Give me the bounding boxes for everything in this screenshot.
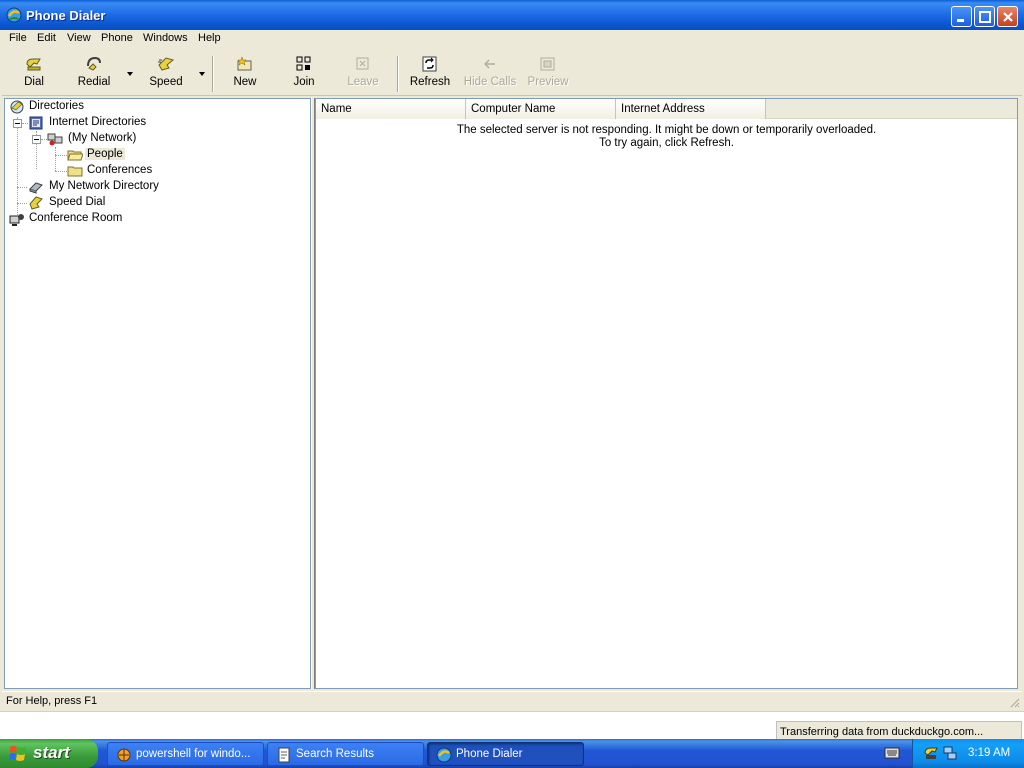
redial-dropdown-icon[interactable] <box>126 71 134 77</box>
speed-dial-icon <box>29 196 43 210</box>
tree-item-people[interactable]: People <box>67 147 217 163</box>
minimize-button[interactable] <box>951 6 972 27</box>
system-tray: 3:19 AM <box>912 739 1024 768</box>
new-conference-icon <box>237 56 252 71</box>
leave-button[interactable]: Leave <box>335 54 391 92</box>
join-button[interactable]: Join <box>276 54 332 92</box>
resize-grip-icon[interactable] <box>1008 696 1020 708</box>
hide-calls-button[interactable]: Hide Calls <box>460 54 520 92</box>
status-text: For Help, press F1 <box>6 695 98 707</box>
directory-tree[interactable]: Directories Internet Directories (My Net… <box>4 98 311 689</box>
menu-view[interactable]: View <box>67 32 91 44</box>
menu-edit[interactable]: Edit <box>37 32 56 44</box>
phone-dialer-icon <box>6 7 22 23</box>
refresh-hint-message: To try again, click Refresh. <box>599 137 734 149</box>
tree-line <box>17 117 18 217</box>
dial-button[interactable]: Dial <box>6 54 62 92</box>
speed-dial-icon <box>158 57 175 71</box>
column-header-name[interactable]: Name <box>316 99 466 119</box>
status-bar: For Help, press F1 <box>2 691 1022 710</box>
background-status-text: Transferring data from duckduckgo.com... <box>776 721 1022 739</box>
tree-item-conference-room[interactable]: Conference Room <box>9 211 159 227</box>
network-tray-icon[interactable] <box>942 745 958 761</box>
dial-icon <box>26 58 41 71</box>
taskbar-item-phone-dialer[interactable]: Phone Dialer <box>427 742 584 766</box>
tree-item-conferences[interactable]: Conferences <box>67 163 217 179</box>
menu-phone[interactable]: Phone <box>101 32 133 44</box>
toolbar: Dial Redial Speed New Join Leave Refresh… <box>2 50 1022 96</box>
phone-dialer-icon <box>436 747 452 763</box>
menu-windows[interactable]: Windows <box>143 32 188 44</box>
leave-icon <box>356 57 369 70</box>
tree-item-speed-dial[interactable]: Speed Dial <box>28 195 178 211</box>
redial-icon <box>87 56 101 71</box>
new-conference-button[interactable]: New <box>217 54 273 92</box>
minimize-icon <box>957 19 964 22</box>
column-header-computer-name[interactable]: Computer Name <box>466 99 616 119</box>
tree-line <box>17 203 27 204</box>
column-header-internet-address[interactable]: Internet Address <box>616 99 766 119</box>
refresh-icon <box>422 56 437 72</box>
title-bar[interactable]: Phone Dialer <box>0 0 1024 30</box>
maximize-icon <box>979 11 991 23</box>
speed-dial-button[interactable]: Speed <box>138 54 194 92</box>
taskbar: start powershell for windo... Search Res… <box>0 739 1024 768</box>
server-error-message: The selected server is not responding. I… <box>456 124 877 136</box>
taskbar-item-browser[interactable]: powershell for windo... <box>107 742 264 766</box>
collapse-my-network[interactable] <box>32 135 41 144</box>
window-title: Phone Dialer <box>26 8 106 23</box>
list-header: Name Computer Name Internet Address <box>316 99 1017 119</box>
menu-help[interactable]: Help <box>198 32 221 44</box>
redial-button[interactable]: Redial <box>66 54 122 92</box>
toolbar-separator <box>212 56 214 92</box>
hide-calls-icon <box>484 59 495 69</box>
refresh-button[interactable]: Refresh <box>402 54 458 92</box>
tree-line <box>55 147 56 171</box>
internet-directories-icon <box>29 116 43 130</box>
maximize-button[interactable] <box>974 6 995 27</box>
results-list[interactable]: Name Computer Name Internet Address The … <box>315 98 1018 689</box>
collapse-internet-directories[interactable] <box>13 119 22 128</box>
document-icon <box>278 747 290 763</box>
tree-line <box>55 171 67 172</box>
browser-icon <box>117 748 131 762</box>
taskbar-item-search-results[interactable]: Search Results <box>267 742 424 766</box>
preview-button[interactable]: Preview <box>520 54 576 92</box>
tree-line <box>17 187 27 188</box>
tree-item-internet-directories[interactable]: Internet Directories <box>28 115 178 131</box>
tree-item-my-network[interactable]: (My Network) <box>47 131 197 147</box>
keyboard-icon[interactable] <box>884 746 900 760</box>
speed-dial-dropdown-icon[interactable] <box>198 71 206 77</box>
background-window-area: Transferring data from duckduckgo.com... <box>0 711 1024 739</box>
preview-icon <box>540 57 555 71</box>
conference-room-icon <box>9 214 24 226</box>
start-button[interactable]: start <box>0 739 98 768</box>
close-button[interactable] <box>997 6 1018 27</box>
folder-icon <box>67 166 83 177</box>
tree-item-my-network-directory[interactable]: My Network Directory <box>28 179 188 195</box>
menu-bar: File Edit View Phone Windows Help <box>2 30 1022 48</box>
menu-file[interactable]: File <box>9 32 27 44</box>
toolbar-separator <box>397 56 399 92</box>
network-directory-icon <box>29 182 43 194</box>
windows-logo-icon <box>9 746 26 761</box>
directories-icon <box>10 100 24 114</box>
phone-tray-icon[interactable] <box>923 745 939 761</box>
tree-item-directories[interactable]: Directories <box>9 99 159 115</box>
join-icon <box>296 56 311 71</box>
tree-line <box>55 155 67 156</box>
folder-open-icon <box>67 150 83 161</box>
network-icon <box>47 133 63 146</box>
clock[interactable]: 3:19 AM <box>968 747 1010 759</box>
close-icon <box>1003 12 1013 22</box>
